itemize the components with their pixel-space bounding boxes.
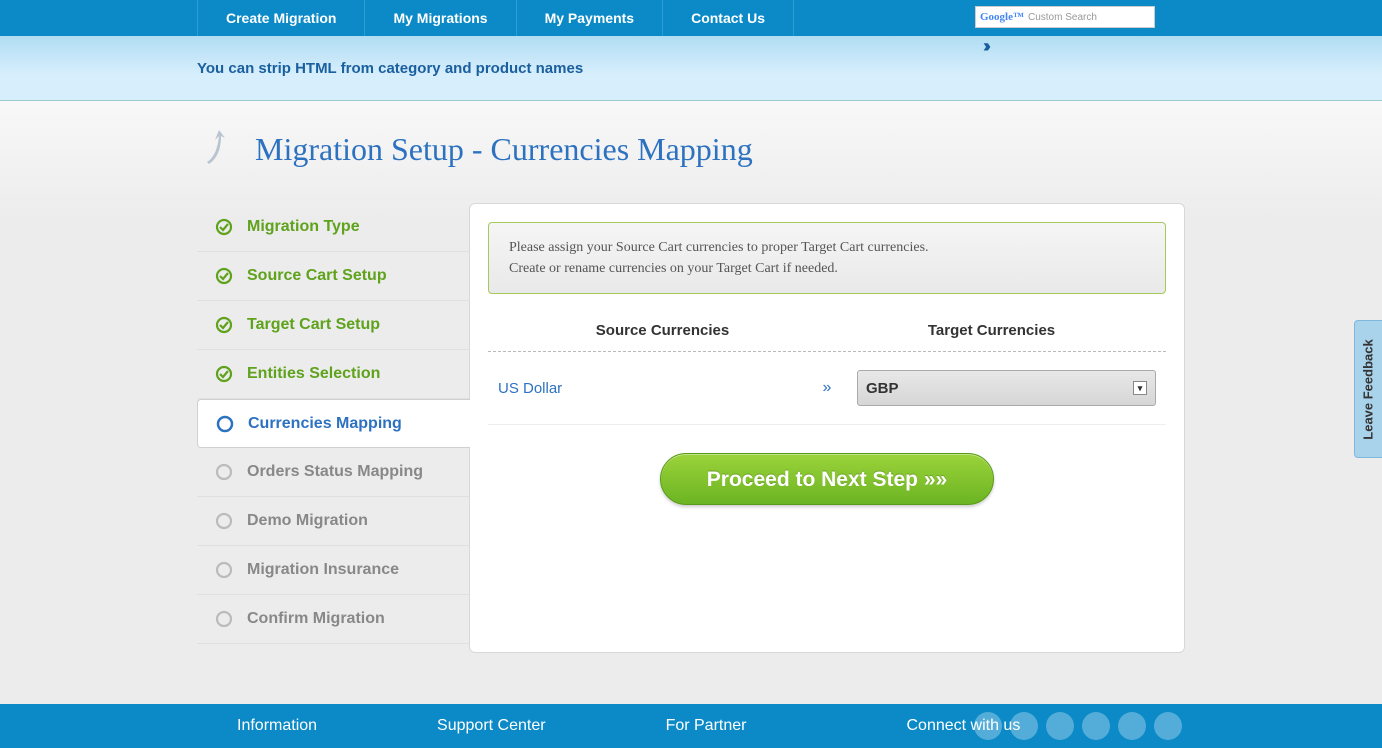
search-input[interactable]: Google™ Custom Search [975, 6, 1155, 28]
current-step-icon [216, 415, 234, 433]
step-migration-type[interactable]: Migration Type [197, 203, 469, 252]
search-placeholder: Custom Search [1028, 12, 1097, 23]
tip-text: You can strip HTML from category and pro… [197, 60, 583, 77]
nav-my-migrations[interactable]: My Migrations [365, 0, 516, 36]
social-icon[interactable] [1010, 712, 1038, 740]
step-orders-status-mapping[interactable]: Orders Status Mapping [197, 448, 469, 497]
info-line-2: Create or rename currencies on your Targ… [509, 258, 1145, 279]
pending-step-icon [215, 512, 233, 530]
top-nav: Create Migration My Migrations My Paymen… [0, 0, 1382, 36]
step-migration-insurance[interactable]: Migration Insurance [197, 546, 469, 595]
migration-arrow-icon [197, 126, 239, 173]
google-logo: Google™ [980, 11, 1024, 23]
feedback-tab[interactable]: Leave Feedback [1354, 320, 1382, 458]
check-icon [215, 218, 233, 236]
nav-create-migration[interactable]: Create Migration [197, 0, 365, 36]
step-label: Target Cart Setup [247, 316, 380, 334]
step-label: Demo Migration [247, 512, 368, 530]
info-line-1: Please assign your Source Cart currencie… [509, 237, 1145, 258]
wizard-sidebar: Migration Type Source Cart Setup Target … [197, 203, 469, 644]
pending-step-icon [215, 561, 233, 579]
nav-contact-us[interactable]: Contact Us [663, 0, 794, 36]
step-label: Currencies Mapping [248, 415, 402, 433]
select-value: GBP [866, 380, 899, 397]
content-area: Migration Setup - Currencies Mapping Mig… [0, 101, 1382, 653]
mapping-row: US Dollar » GBP ▾ [488, 352, 1166, 425]
check-icon [215, 316, 233, 334]
chevron-down-icon: ▾ [1133, 381, 1147, 395]
mapping-header: Source Currencies Target Currencies [488, 322, 1166, 352]
step-target-cart-setup[interactable]: Target Cart Setup [197, 301, 469, 350]
proceed-button[interactable]: Proceed to Next Step »» [660, 453, 994, 505]
chevron-right-icon[interactable]: ›› [983, 36, 987, 57]
social-icon[interactable] [974, 712, 1002, 740]
header-source-currencies: Source Currencies [498, 322, 827, 339]
step-label: Source Cart Setup [247, 267, 387, 285]
header-target-currencies: Target Currencies [827, 322, 1156, 339]
feedback-label: Leave Feedback [1361, 339, 1376, 439]
target-currency-select[interactable]: GBP ▾ [857, 370, 1156, 406]
footer-information[interactable]: Information [237, 717, 317, 735]
pending-step-icon [215, 463, 233, 481]
check-icon [215, 365, 233, 383]
page-title-row: Migration Setup - Currencies Mapping [197, 126, 1185, 173]
step-currencies-mapping[interactable]: Currencies Mapping [197, 399, 470, 448]
tip-banner: You can strip HTML from category and pro… [0, 36, 1382, 101]
step-label: Entities Selection [247, 365, 380, 383]
page-title: Migration Setup - Currencies Mapping [255, 131, 753, 168]
source-currency: US Dollar [498, 380, 797, 397]
arrow-right-icon: » [797, 379, 857, 397]
social-icon[interactable] [1154, 712, 1182, 740]
footer-for-partner[interactable]: For Partner [666, 717, 747, 735]
footer: Information Support Center For Partner C… [0, 704, 1382, 748]
step-label: Confirm Migration [247, 610, 385, 628]
pending-step-icon [215, 610, 233, 628]
nav-my-payments[interactable]: My Payments [517, 0, 663, 36]
social-icons [974, 712, 1182, 740]
info-box: Please assign your Source Cart currencie… [488, 222, 1166, 294]
step-label: Migration Insurance [247, 561, 399, 579]
step-confirm-migration[interactable]: Confirm Migration [197, 595, 469, 644]
social-icon[interactable] [1118, 712, 1146, 740]
step-entities-selection[interactable]: Entities Selection [197, 350, 469, 399]
social-icon[interactable] [1082, 712, 1110, 740]
social-icon[interactable] [1046, 712, 1074, 740]
step-label: Orders Status Mapping [247, 463, 423, 481]
step-label: Migration Type [247, 218, 360, 236]
check-icon [215, 267, 233, 285]
step-source-cart-setup[interactable]: Source Cart Setup [197, 252, 469, 301]
step-demo-migration[interactable]: Demo Migration [197, 497, 469, 546]
main-panel: Please assign your Source Cart currencie… [469, 203, 1185, 653]
footer-support-center[interactable]: Support Center [437, 717, 546, 735]
